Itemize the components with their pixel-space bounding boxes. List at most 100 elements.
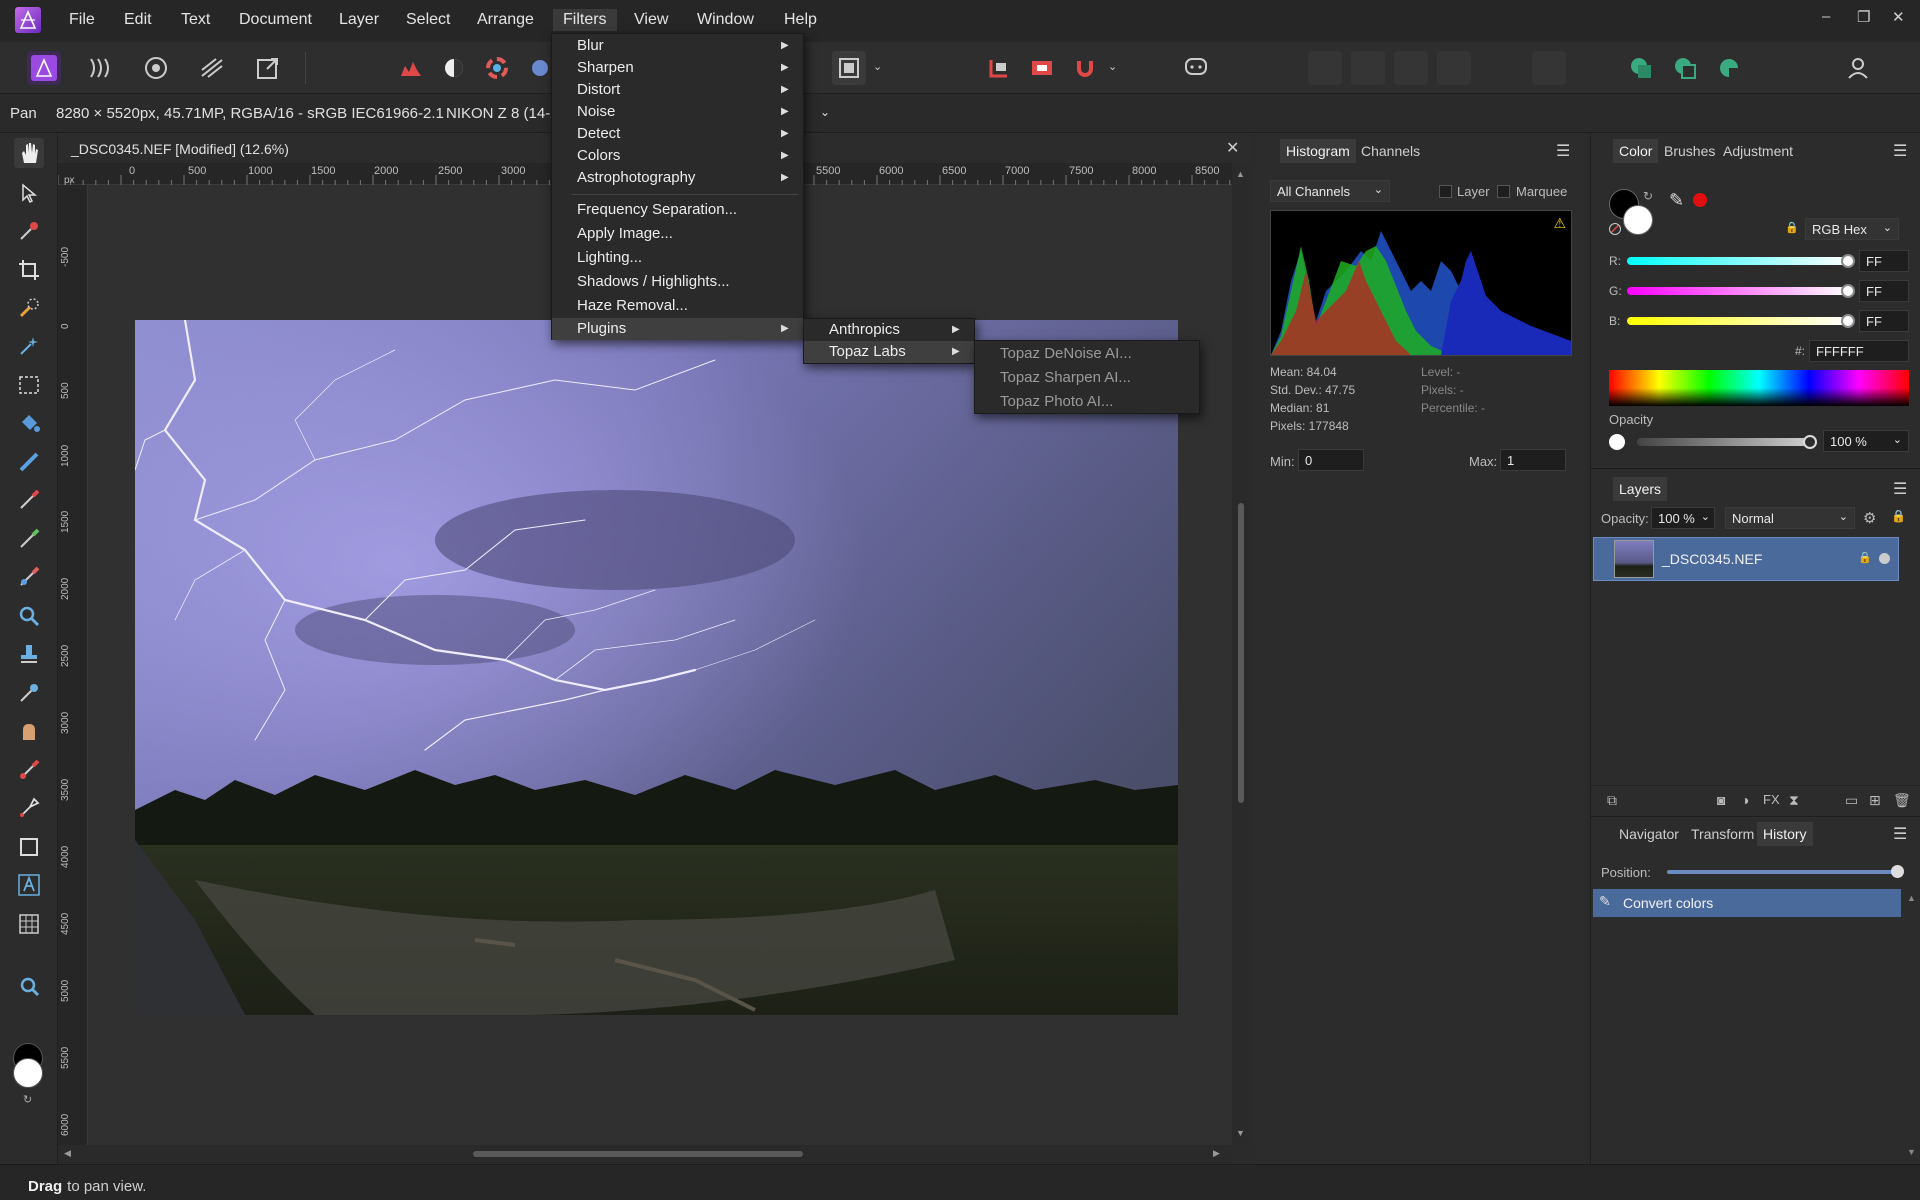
- layer-stack-icon[interactable]: ⧉: [1607, 792, 1617, 809]
- menu-item-anthropics[interactable]: Anthropics: [804, 319, 974, 341]
- menu-window[interactable]: Window: [697, 11, 754, 29]
- move-tool-icon[interactable]: [14, 178, 44, 208]
- flood-select-icon[interactable]: [14, 331, 44, 361]
- eyedropper-icon[interactable]: ✎: [1669, 190, 1684, 211]
- tab-brushes[interactable]: Brushes: [1664, 143, 1715, 159]
- menu-item-colors[interactable]: Colors: [552, 145, 803, 167]
- menu-item-topaz-denoise[interactable]: Topaz DeNoise AI...: [975, 343, 1199, 365]
- horizontal-scroll-thumb[interactable]: [473, 1151, 803, 1157]
- menu-item-lighting[interactable]: Lighting...: [552, 247, 803, 269]
- scroll-right-icon[interactable]: ▶: [1213, 1148, 1220, 1159]
- b-slider[interactable]: [1627, 317, 1849, 325]
- panel-menu-icon[interactable]: ☰: [1893, 479, 1907, 499]
- rectangle-tool-icon[interactable]: [14, 832, 44, 862]
- menu-item-topaz-sharpen[interactable]: Topaz Sharpen AI...: [975, 367, 1199, 389]
- delete-layer-icon[interactable]: 🗑: [1893, 792, 1911, 809]
- history-scroll-up-icon[interactable]: ▲: [1907, 893, 1916, 903]
- align-right-icon[interactable]: [1394, 51, 1428, 85]
- color-spectrum[interactable]: [1609, 370, 1909, 406]
- menu-edit[interactable]: Edit: [124, 11, 152, 29]
- layer-opacity-select[interactable]: 100 % ⌄: [1651, 507, 1715, 529]
- layer-lock-icon[interactable]: 🔒: [1891, 509, 1906, 523]
- history-slider-handle[interactable]: [1891, 865, 1904, 878]
- max-input[interactable]: 1: [1500, 449, 1566, 471]
- r-input[interactable]: FF: [1859, 250, 1909, 272]
- pen-tool-icon[interactable]: [14, 793, 44, 823]
- erase-brush-icon[interactable]: [14, 562, 44, 592]
- inpainting-brush-icon[interactable]: [14, 755, 44, 785]
- menu-help[interactable]: Help: [784, 11, 817, 29]
- layer-checkbox[interactable]: [1439, 185, 1452, 198]
- menu-document[interactable]: Document: [239, 11, 312, 29]
- history-scroll-down-icon[interactable]: ▼: [1907, 1147, 1916, 1157]
- quick-mask-dropdown-icon[interactable]: ⌄: [873, 60, 882, 73]
- account-icon[interactable]: [1841, 51, 1875, 85]
- swap-colors-icon[interactable]: ↻: [23, 1093, 32, 1106]
- menu-select[interactable]: Select: [406, 11, 450, 29]
- menu-item-noise[interactable]: Noise: [552, 101, 803, 123]
- menu-item-topaz-photo[interactable]: Topaz Photo AI...: [975, 391, 1199, 413]
- menu-item-haze-removal[interactable]: Haze Removal...: [552, 295, 803, 317]
- gradient-tool-icon[interactable]: [14, 447, 44, 477]
- snapping-dropdown-icon[interactable]: ⌄: [1108, 60, 1117, 73]
- smudge-brush-icon[interactable]: [14, 716, 44, 746]
- menu-item-topaz-labs[interactable]: Topaz Labs: [804, 341, 974, 363]
- develop-persona-icon[interactable]: [139, 51, 173, 85]
- arrange-icon[interactable]: [1532, 51, 1566, 85]
- liquify-persona-icon[interactable]: [83, 51, 117, 85]
- opacity-slider[interactable]: [1637, 438, 1807, 446]
- menu-item-distort[interactable]: Distort: [552, 79, 803, 101]
- opacity-slider-handle[interactable]: [1803, 435, 1817, 449]
- layer-settings-gear-icon[interactable]: ⚙: [1863, 509, 1876, 527]
- g-slider-handle[interactable]: [1841, 284, 1855, 298]
- hex-input[interactable]: FFFFFF: [1809, 340, 1909, 362]
- scroll-left-icon[interactable]: ◀: [64, 1148, 71, 1159]
- picked-color-swatch[interactable]: [1693, 193, 1707, 207]
- tab-history[interactable]: History: [1757, 822, 1813, 846]
- b-slider-handle[interactable]: [1841, 314, 1855, 328]
- color-balance-icon[interactable]: [480, 51, 514, 85]
- boolean-add-icon[interactable]: [1624, 51, 1658, 85]
- clone-stamp-icon[interactable]: [14, 639, 44, 669]
- menu-view[interactable]: View: [634, 11, 668, 29]
- mesh-warp-icon[interactable]: [14, 909, 44, 939]
- menu-item-frequency-separation[interactable]: Frequency Separation...: [552, 199, 803, 221]
- tab-layers[interactable]: Layers: [1613, 477, 1668, 501]
- g-input[interactable]: FF: [1859, 280, 1909, 302]
- tab-channels[interactable]: Channels: [1361, 143, 1420, 159]
- selection-brush-icon[interactable]: [14, 293, 44, 323]
- menu-file[interactable]: File: [69, 11, 95, 29]
- menu-item-sharpen[interactable]: Sharpen: [552, 57, 803, 79]
- restore-button[interactable]: ❐: [1857, 8, 1870, 26]
- dodge-brush-icon[interactable]: [14, 678, 44, 708]
- marquee-tool-icon[interactable]: [14, 370, 44, 400]
- photo-persona-icon[interactable]: [27, 51, 61, 85]
- vertical-scrollbar[interactable]: ▲ ▼: [1232, 163, 1250, 1145]
- menu-filters[interactable]: Filters: [553, 9, 617, 31]
- menu-item-plugins[interactable]: Plugins: [552, 318, 803, 340]
- crop-tool-icon[interactable]: [14, 255, 44, 285]
- layer-row-lock-icon[interactable]: 🔒: [1858, 551, 1872, 564]
- export-persona-icon[interactable]: [251, 51, 285, 85]
- group-layer-icon[interactable]: ▭: [1845, 792, 1858, 809]
- r-slider[interactable]: [1627, 257, 1849, 265]
- menu-item-apply-image[interactable]: Apply Image...: [552, 223, 803, 245]
- color-model-select[interactable]: RGB Hex ⌄: [1805, 218, 1899, 240]
- text-tool-icon[interactable]: [14, 870, 44, 900]
- close-document-icon[interactable]: ✕: [1226, 138, 1239, 158]
- curves-icon[interactable]: [437, 51, 471, 85]
- lock-icon[interactable]: 🔒: [1785, 221, 1799, 234]
- paint-brush-icon[interactable]: [14, 485, 44, 515]
- tab-transform[interactable]: Transform: [1691, 826, 1754, 842]
- levels-icon[interactable]: [394, 51, 428, 85]
- tone-mapping-persona-icon[interactable]: [195, 51, 229, 85]
- layer-visibility-icon[interactable]: [1879, 553, 1890, 564]
- opacity-input[interactable]: 100 % ⌄: [1823, 430, 1909, 452]
- flood-fill-icon[interactable]: [14, 408, 44, 438]
- tab-color[interactable]: Color: [1613, 139, 1659, 163]
- tab-adjustment[interactable]: Adjustment: [1723, 143, 1793, 159]
- view-tool-icon[interactable]: [14, 971, 44, 1001]
- menu-arrange[interactable]: Arrange: [477, 11, 534, 29]
- horizontal-scrollbar[interactable]: ◀ ▶: [58, 1145, 1232, 1163]
- boolean-subtract-icon[interactable]: [1668, 51, 1702, 85]
